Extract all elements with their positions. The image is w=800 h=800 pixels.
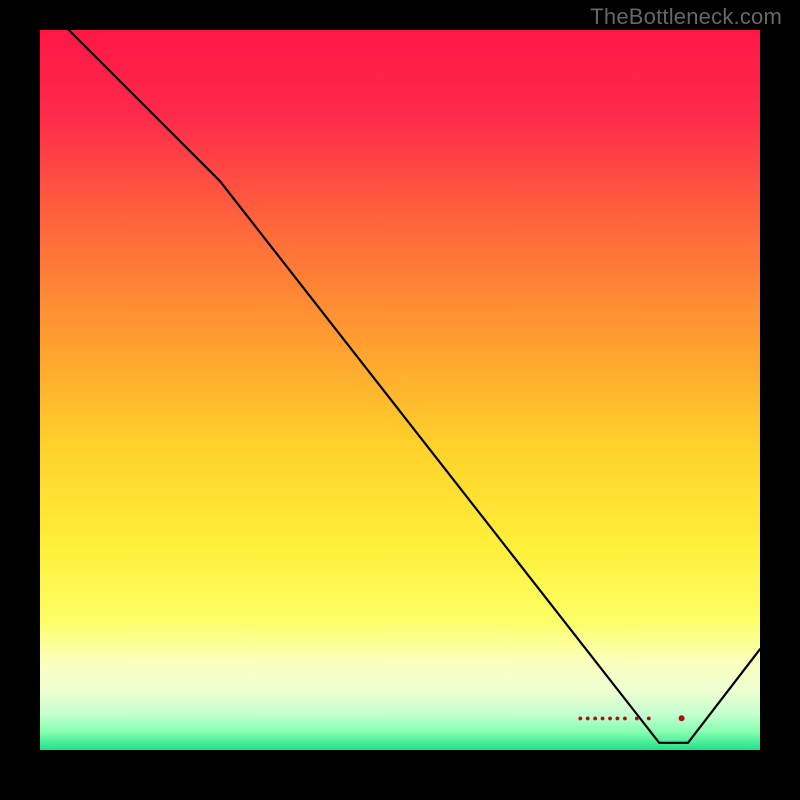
chart-stage: TheBottleneck.com — [0, 0, 800, 800]
chart-svg: ●●●●●●● ● ● — [0, 0, 800, 800]
chart-annotation: ●●●●●●● ● ● — [578, 713, 654, 723]
chart-annotation-dot — [679, 715, 685, 721]
watermark-text: TheBottleneck.com — [590, 4, 782, 30]
plot-background — [40, 30, 760, 750]
